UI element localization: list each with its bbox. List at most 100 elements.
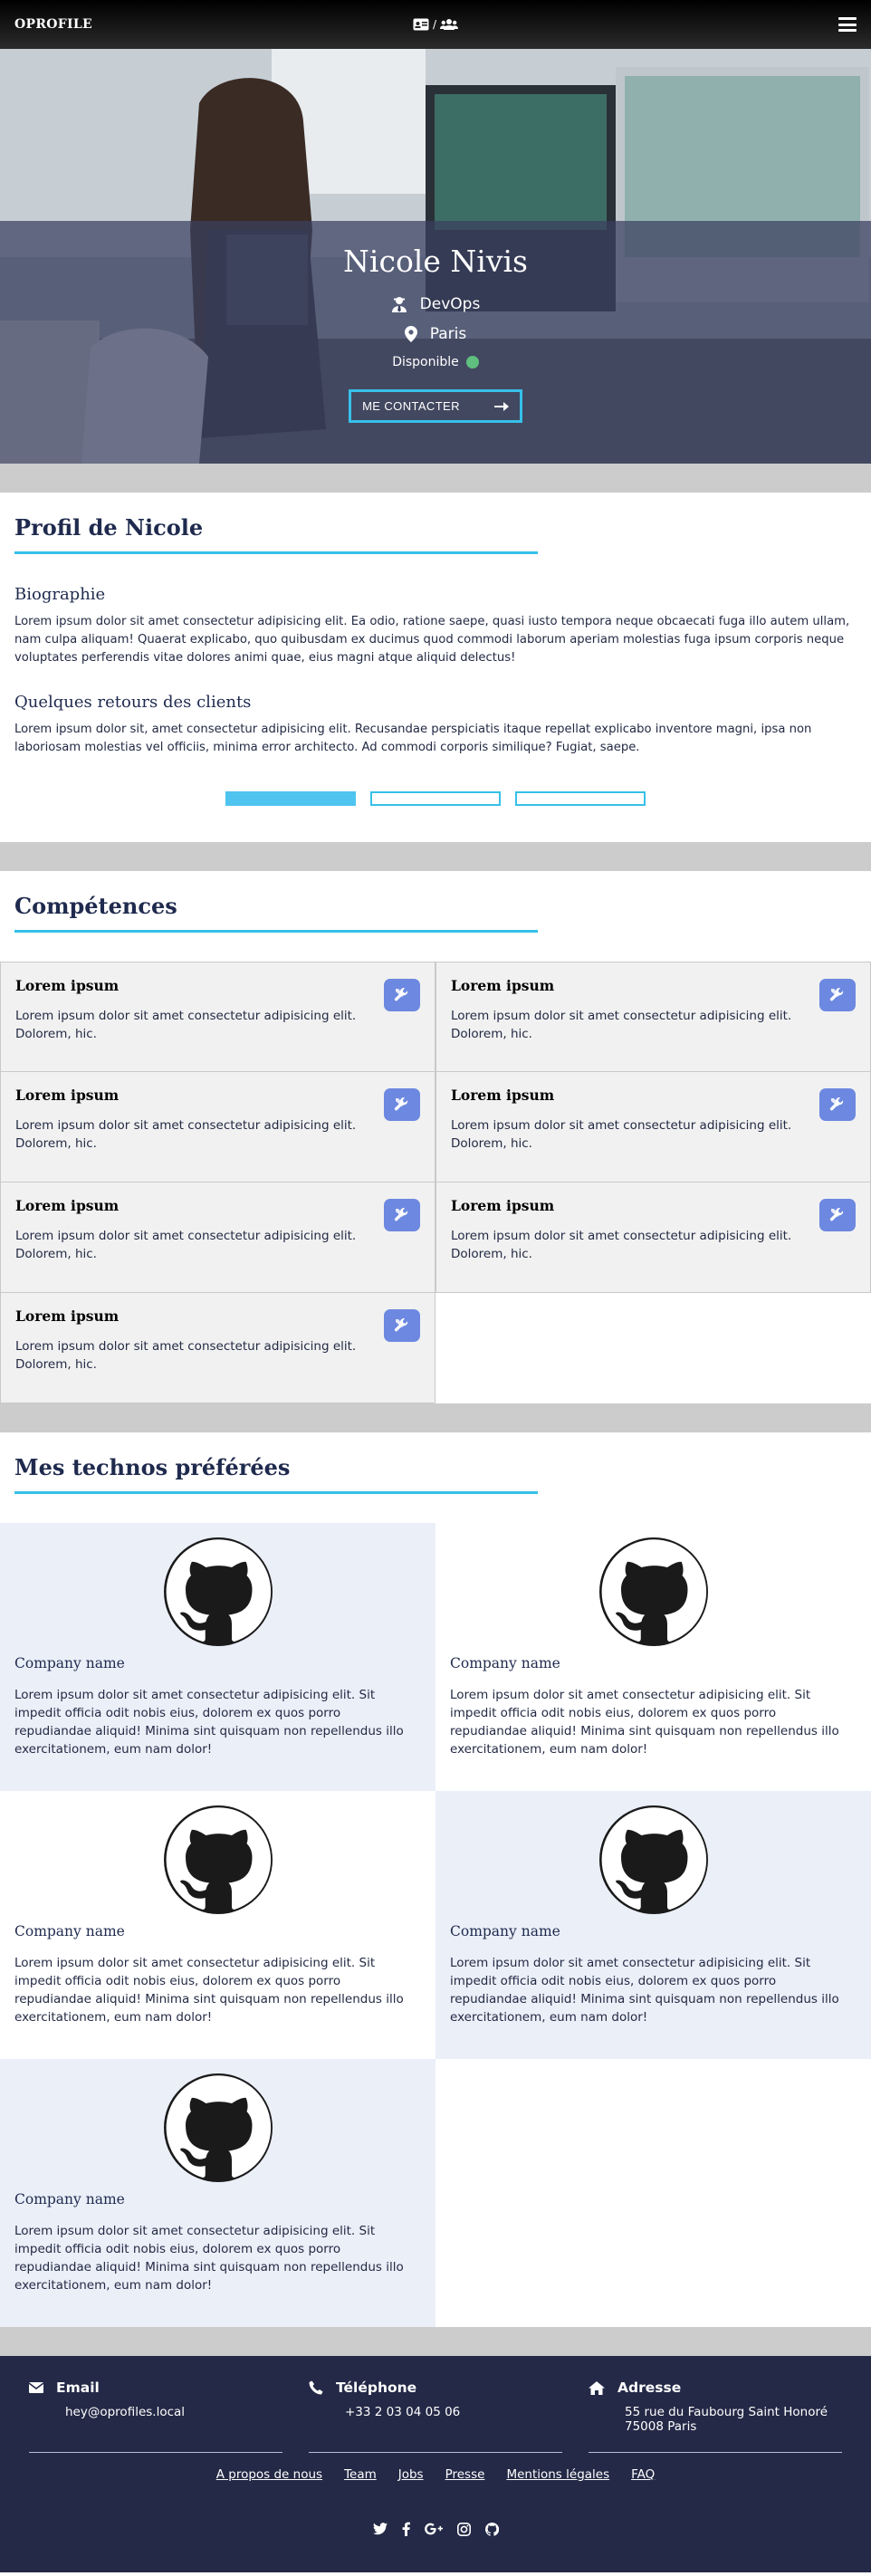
id-card-icon[interactable] [413,18,429,31]
feedback-heading: Quelques retours des clients [14,693,252,712]
skill-description: Lorem ipsum dolor sit amet consectetur a… [15,1118,357,1151]
skill-title: Lorem ipsum [15,1197,120,1214]
section-separator [0,1403,871,1432]
empty-grid-cell [436,2059,871,2327]
title-underline [14,930,538,933]
company-name: Company name [14,2191,125,2207]
instagram-icon[interactable] [456,2522,471,2536]
company-name: Company name [14,1655,125,1671]
address-label: Adresse [617,2380,682,2396]
phone-icon [309,2380,323,2395]
skill-description: Lorem ipsum dolor sit amet consectetur a… [15,1009,357,1041]
contact-button[interactable]: ME CONTACTER [349,389,522,423]
skill-card: Lorem ipsum Lorem ipsum dolor sit amet co… [436,1072,871,1183]
skill-description: Lorem ipsum dolor sit amet consectetur a… [451,1229,792,1261]
profile-role: DevOps [419,295,481,313]
home-icon [589,2380,605,2395]
site-footer: Email hey@oprofiles.local Téléphone +33 … [0,2356,871,2572]
section-separator [0,464,871,493]
skill-title: Lorem ipsum [15,1087,120,1104]
carousel-tab-1[interactable] [225,791,356,806]
skill-description: Lorem ipsum dolor sit amet consectetur a… [451,1009,792,1041]
skill-title: Lorem ipsum [451,1087,555,1104]
nav-separator: / [432,18,437,31]
skill-card: Lorem ipsum Lorem ipsum dolor sit amet co… [0,962,436,1072]
user-tie-icon [391,296,407,312]
tools-icon [384,1199,420,1231]
skills-title: Compétences [14,893,177,919]
company-description: Lorem ipsum dolor sit amet consectetur a… [14,1956,404,2025]
techno-card: Company name Lorem ipsum dolor sit amet c… [436,1791,871,2059]
availability-status: Disponible [0,355,871,369]
hero-banner: Nicole Nivis DevOps Paris Disponible ME … [0,49,871,464]
skill-description: Lorem ipsum dolor sit amet consectetur a… [15,1229,357,1261]
footer-link[interactable]: Team [344,2467,377,2482]
hero-content: Nicole Nivis DevOps Paris Disponible ME … [0,244,871,423]
tools-icon [819,1199,856,1231]
company-description: Lorem ipsum dolor sit amet consectetur a… [450,1688,839,1757]
footer-link[interactable]: Presse [445,2467,485,2482]
footer-link[interactable]: A propos de nous [216,2467,322,2482]
status-dot [465,356,479,369]
social-links [29,2522,842,2536]
brand-logo[interactable]: OPROFILE [14,17,92,32]
tools-icon [384,979,420,1011]
skill-description: Lorem ipsum dolor sit amet consectetur a… [15,1339,357,1372]
tools-icon [819,1088,856,1121]
technos-title: Mes technos préférées [14,1454,291,1480]
carousel-tab-2[interactable] [370,791,501,806]
profile-city: Paris [429,325,467,343]
top-navbar: OPROFILE / [0,0,871,49]
techno-card: Company name Lorem ipsum dolor sit amet c… [0,1523,436,1791]
footer-email: Email hey@oprofiles.local [29,2380,282,2434]
facebook-icon[interactable] [402,2522,410,2536]
footer-link[interactable]: Jobs [398,2467,424,2482]
city-line: Paris [0,325,871,343]
skill-card: Lorem ipsum Lorem ipsum dolor sit amet co… [0,1183,436,1293]
github-icon [14,1805,421,1914]
biography-heading: Biographie [14,585,106,604]
techno-card: Company name Lorem ipsum dolor sit amet c… [436,1523,871,1791]
hamburger-menu-icon[interactable] [838,17,857,32]
users-icon[interactable] [440,18,459,31]
email-value[interactable]: hey@oprofiles.local [29,2405,282,2419]
feedback-text: Lorem ipsum dolor sit, amet consectetur … [14,723,812,754]
github-icon [14,2073,421,2182]
skill-card: Lorem ipsum Lorem ipsum dolor sit amet co… [0,1293,436,1403]
github-icon[interactable] [484,2522,499,2536]
tools-icon [384,1309,420,1342]
title-underline [14,1491,538,1494]
phone-value[interactable]: +33 2 03 04 05 06 [309,2405,562,2419]
google-plus-icon[interactable] [424,2522,443,2536]
section-separator [0,2327,871,2356]
arrow-right-icon [493,401,509,411]
github-icon [450,1537,857,1646]
title-underline [14,551,538,554]
empty-grid-cell [436,1293,871,1403]
contact-button-label: ME CONTACTER [362,399,460,413]
tools-icon [819,979,856,1011]
envelope-icon [29,2382,43,2393]
company-description: Lorem ipsum dolor sit amet consectetur a… [14,1688,404,1757]
skills-section: Compétences Lorem ipsum Lorem ipsum dolor… [0,871,871,1403]
profile-section: Profil de Nicole Biographie Lorem ipsum … [0,493,871,842]
nav-center-icons: / [413,18,459,31]
footer-phone: Téléphone +33 2 03 04 05 06 [309,2380,562,2434]
footer-link[interactable]: FAQ [631,2467,655,2482]
status-label: Disponible [392,355,459,369]
company-description: Lorem ipsum dolor sit amet consectetur a… [14,2224,404,2293]
company-name: Company name [450,1655,560,1671]
skill-card: Lorem ipsum Lorem ipsum dolor sit amet co… [436,962,871,1072]
profile-title: Profil de Nicole [14,514,204,541]
technos-section: Mes technos préférées Company name Lorem … [0,1432,871,2327]
skill-card: Lorem ipsum Lorem ipsum dolor sit amet co… [436,1183,871,1293]
biography-text: Lorem ipsum dolor sit amet consectetur a… [14,615,850,665]
skill-title: Lorem ipsum [15,1307,120,1325]
skill-card: Lorem ipsum Lorem ipsum dolor sit amet co… [0,1072,436,1183]
address-line-1: 55 rue du Faubourg Saint Honoré [625,2405,828,2419]
github-icon [450,1805,857,1914]
footer-link[interactable]: Mentions légales [506,2467,609,2482]
twitter-icon[interactable] [372,2522,388,2536]
company-description: Lorem ipsum dolor sit amet consectetur a… [450,1956,839,2025]
carousel-tab-3[interactable] [515,791,646,806]
